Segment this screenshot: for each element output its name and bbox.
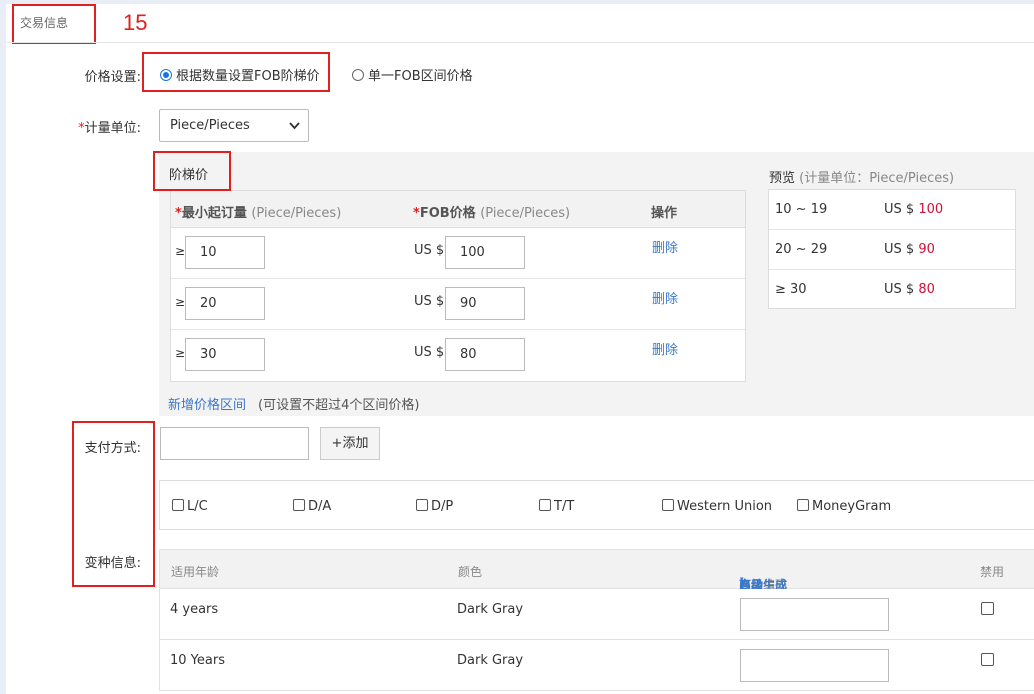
delete-link[interactable]: 删除 — [652, 288, 678, 307]
tier-row: ≥ 20 US $ 90 删除 — [171, 279, 745, 330]
age-header: 适用年龄 — [171, 565, 220, 579]
fob-price-input[interactable]: 80 — [445, 338, 525, 371]
tier-pricing-panel: 阶梯价 *最小起订量 (Piece/Pieces) *FOB价格 (Piece/… — [159, 152, 1034, 416]
payment-input[interactable] — [160, 427, 309, 460]
variants-table: 适用年龄 颜色 商品编码 (自动生成 • 高级) 禁用 4 years Dark G… — [159, 549, 1034, 694]
checkbox-icon[interactable] — [797, 499, 809, 511]
color-header: 颜色 — [458, 565, 483, 579]
checkbox-icon[interactable] — [662, 499, 674, 511]
price-setting-label: 价格设置: — [84, 70, 141, 85]
min-qty-input[interactable]: 20 — [185, 287, 265, 320]
add-price-tier-link[interactable]: 新增价格区间 — [168, 394, 246, 413]
checkbox-icon[interactable] — [172, 499, 184, 511]
preview-range: 10 ~ 19 — [775, 202, 828, 217]
product-code-input[interactable] — [740, 598, 889, 631]
add-payment-button[interactable]: +添加 — [320, 427, 380, 460]
payment-option-da[interactable]: D/A — [293, 499, 331, 514]
section-divider — [6, 42, 1034, 43]
radio-unselected-icon[interactable] — [352, 69, 364, 81]
chevron-down-icon — [289, 110, 300, 153]
preview-price: US $ 90 — [884, 242, 935, 257]
preview-table: 10 ~ 19 US $ 100 20 ~ 29 US $ 90 ≥ 30 US… — [768, 189, 1016, 309]
preview-title: 预览 (计量单位：Piece/Pieces) — [769, 171, 955, 186]
checkbox-icon[interactable] — [539, 499, 551, 511]
payment-options: L/C D/A D/P T/T Western Union MoneyGram — [159, 480, 1034, 530]
preview-price: US $ 80 — [884, 282, 935, 297]
disable-checkbox[interactable] — [981, 653, 994, 666]
unit-label: *计量单位: — [21, 117, 141, 136]
preview-row: ≥ 30 US $ 80 — [769, 270, 1015, 310]
action-header: 操作 — [651, 206, 678, 221]
variant-color: Dark Gray — [457, 602, 524, 617]
preview-row: 10 ~ 19 US $ 100 — [769, 190, 1015, 230]
variant-age: 4 years — [170, 602, 219, 617]
variant-row: 10 Years Dark Gray — [159, 640, 1034, 691]
fob-price-input[interactable]: 90 — [445, 287, 525, 320]
tier-row: ≥ 30 US $ 80 删除 — [171, 330, 745, 381]
variant-color: Dark Gray — [457, 653, 524, 668]
variant-row: 4 years Dark Gray — [159, 589, 1034, 640]
variants-table-header: 适用年龄 颜色 商品编码 (自动生成 • 高级) 禁用 — [159, 549, 1034, 592]
payment-option-moneygram[interactable]: MoneyGram — [797, 499, 891, 514]
payment-option-tt[interactable]: T/T — [539, 499, 574, 514]
preview-price: US $ 100 — [884, 202, 944, 217]
payment-option-dp[interactable]: D/P — [416, 499, 453, 514]
tier-table-header: *最小起订量 (Piece/Pieces) *FOB价格 (Piece/Piec… — [171, 191, 745, 228]
min-qty-input[interactable]: 10 — [185, 236, 265, 269]
annotation-number: 15 — [123, 10, 148, 35]
unit-label-text: 计量单位: — [84, 121, 141, 136]
radio-single-fob-label: 单一FOB区间价格 — [368, 69, 473, 84]
trade-info-form: 交易信息 15 价格设置: 根据数量设置FOB阶梯价 单一FOB区间价格 *计量… — [6, 4, 1034, 694]
preview-row: 20 ~ 29 US $ 90 — [769, 230, 1015, 270]
min-qty-input[interactable]: 30 — [185, 338, 265, 371]
delete-link[interactable]: 删除 — [652, 237, 678, 256]
disable-checkbox[interactable] — [981, 602, 994, 615]
annotation-box-payment-variants — [72, 421, 155, 587]
disable-header: 禁用 — [980, 565, 1005, 579]
radio-single-fob[interactable]: 单一FOB区间价格 — [352, 65, 473, 84]
payment-option-lc[interactable]: L/C — [172, 499, 208, 514]
currency-label: US $ — [414, 294, 445, 309]
fob-price-input[interactable]: 100 — [445, 236, 525, 269]
preview-range: 20 ~ 29 — [775, 242, 828, 257]
product-code-input[interactable] — [740, 649, 889, 682]
add-price-tier-note: (可设置不超过4个区间价格) — [258, 398, 420, 413]
ge-symbol: ≥ — [175, 346, 186, 360]
currency-label: US $ — [414, 243, 445, 258]
tier-pricing-table: *最小起订量 (Piece/Pieces) *FOB价格 (Piece/Piec… — [170, 190, 746, 382]
delete-link[interactable]: 删除 — [652, 339, 678, 358]
unit-select-value: Piece/Pieces — [170, 118, 250, 133]
ge-symbol: ≥ — [175, 295, 186, 309]
checkbox-icon[interactable] — [293, 499, 305, 511]
min-order-header: *最小起订量 (Piece/Pieces) — [175, 206, 342, 221]
annotation-box-tiered-option — [142, 52, 330, 92]
checkbox-icon[interactable] — [416, 499, 428, 511]
tier-row: ≥ 10 US $ 100 删除 — [171, 228, 745, 279]
annotation-box-tier-title — [153, 151, 231, 191]
variant-age: 10 Years — [170, 653, 225, 668]
currency-label: US $ — [414, 345, 445, 360]
unit-select[interactable]: Piece/Pieces — [159, 109, 309, 142]
annotation-box-section-title — [12, 4, 96, 44]
preview-range: ≥ 30 — [775, 282, 807, 297]
fob-price-header: *FOB价格 (Piece/Pieces) — [413, 206, 571, 221]
ge-symbol: ≥ — [175, 244, 186, 258]
payment-option-western-union[interactable]: Western Union — [662, 499, 772, 514]
